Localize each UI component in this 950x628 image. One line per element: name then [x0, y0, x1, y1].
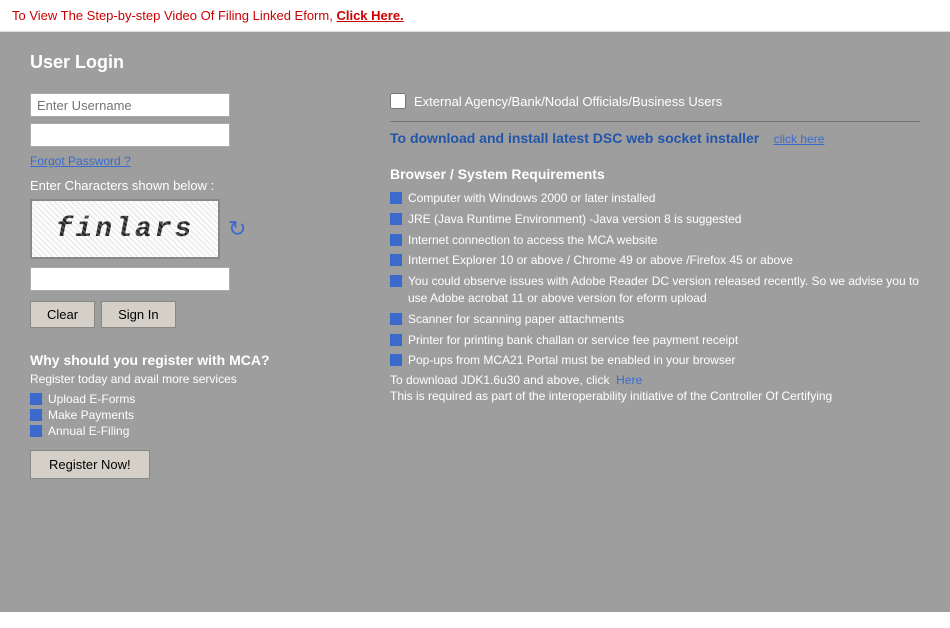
captcha-label: Enter Characters shown below : [30, 178, 350, 193]
click-here-link[interactable]: Click Here. [336, 8, 403, 23]
external-agency-label: External Agency/Bank/Nodal Officials/Bus… [414, 94, 722, 109]
list-item: You could observe issues with Adobe Read… [390, 273, 920, 307]
register-heading: Why should you register with MCA? [30, 352, 350, 368]
bullet-icon [390, 275, 402, 287]
top-bar: To View The Step-by-step Video Of Filing… [0, 0, 950, 32]
page-title: User Login [30, 52, 920, 73]
bullet-icon [30, 409, 42, 421]
list-item: Scanner for scanning paper attachments [390, 311, 920, 328]
bullet-icon [30, 425, 42, 437]
bullet-icon [390, 192, 402, 204]
list-item: Printer for printing bank challan or ser… [390, 332, 920, 349]
bullet-icon [390, 213, 402, 225]
bullet-icon [390, 313, 402, 325]
divider [390, 121, 920, 122]
captcha-image: finlars [30, 199, 220, 259]
download-line: To download JDK1.6u30 and above, click H… [390, 373, 920, 387]
dsc-link[interactable]: click here [774, 132, 825, 146]
list-item: Internet connection to access the MCA we… [390, 232, 920, 249]
refresh-icon[interactable]: ↻ [228, 216, 246, 242]
bullet-icon [390, 234, 402, 246]
captcha-input[interactable] [30, 267, 230, 291]
dsc-section: To download and install latest DSC web s… [390, 130, 920, 146]
download-link[interactable]: Here [616, 373, 642, 387]
clear-button[interactable]: Clear [30, 301, 95, 328]
external-agency-checkbox[interactable] [390, 93, 406, 109]
captcha-text: finlars [56, 214, 195, 245]
register-subtext: Register today and avail more services [30, 372, 350, 386]
register-button[interactable]: Register Now! [30, 450, 150, 479]
top-message: To View The Step-by-step Video Of Filing… [12, 8, 333, 23]
list-item: Internet Explorer 10 or above / Chrome 4… [390, 252, 920, 269]
list-item: Make Payments [30, 408, 350, 422]
list-item: Annual E-Filing [30, 424, 350, 438]
list-item: Pop-ups from MCA21 Portal must be enable… [390, 352, 920, 369]
bullet-icon [390, 354, 402, 366]
browser-heading: Browser / System Requirements [390, 166, 920, 182]
bullet-icon [30, 393, 42, 405]
interop-line: This is required as part of the interope… [390, 389, 920, 403]
list-item: JRE (Java Runtime Environment) -Java ver… [390, 211, 920, 228]
browser-requirements: Browser / System Requirements Computer w… [390, 166, 920, 403]
dsc-text: To download and install latest DSC web s… [390, 130, 759, 146]
username-input[interactable] [30, 93, 230, 117]
password-input[interactable] [30, 123, 230, 147]
list-item: Computer with Windows 2000 or later inst… [390, 190, 920, 207]
signin-button[interactable]: Sign In [101, 301, 175, 328]
list-item: Upload E-Forms [30, 392, 350, 406]
bullet-icon [390, 334, 402, 346]
register-list: Upload E-Forms Make Payments Annual E-Fi… [30, 392, 350, 438]
bullet-icon [390, 254, 402, 266]
forgot-password-link[interactable]: Forgot Password ? [30, 154, 131, 168]
